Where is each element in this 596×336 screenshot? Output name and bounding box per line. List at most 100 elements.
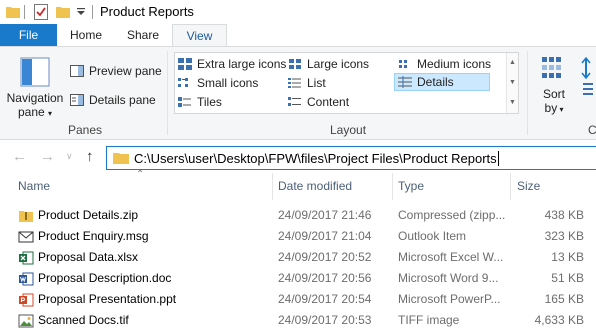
file-name: Proposal Description.doc	[38, 271, 172, 285]
file-name: Proposal Presentation.ppt	[38, 292, 177, 306]
file-row[interactable]: Product Enquiry.msg 24/09/2017 21:04 Out…	[0, 226, 596, 247]
file-name: Product Details.zip	[38, 208, 139, 222]
layout-label: Content	[307, 95, 350, 109]
file-name: Proposal Data.xlsx	[38, 250, 139, 264]
sort-by-icon	[542, 57, 561, 78]
window-title: Product Reports	[100, 4, 194, 19]
layout-label: Extra large icons	[197, 57, 287, 71]
file-row[interactable]: Proposal Data.xlsx 24/09/2017 20:52 Micr…	[0, 247, 596, 268]
forward-arrow-icon[interactable]: →	[40, 148, 55, 165]
address-path[interactable]: C:\Users\user\Desktop\FPW\files\Project …	[134, 151, 497, 166]
sort-ascending-icon: ⌃	[136, 169, 145, 180]
layout-small-icons[interactable]: Small icons	[178, 74, 258, 92]
column-header-name[interactable]: Name	[18, 173, 50, 200]
folder-icon	[6, 7, 20, 18]
sort-by-label-line1: Sort	[542, 87, 565, 101]
column-header-size[interactable]: Size	[517, 173, 540, 200]
file-date: 24/09/2017 21:46	[278, 208, 372, 222]
layout-tiles[interactable]: Tiles	[178, 93, 222, 111]
file-date: 24/09/2017 20:54	[278, 292, 372, 306]
extra-large-icons-icon	[178, 58, 192, 70]
navigation-bar: ← → ∨ ↑ C:\Users\user\Desktop\FPW\files\…	[0, 141, 596, 173]
tab-home[interactable]: Home	[58, 24, 114, 46]
file-size: 323 KB	[544, 229, 584, 243]
details-pane-icon	[70, 94, 84, 106]
file-date: 24/09/2017 20:53	[278, 313, 372, 327]
word-icon	[19, 272, 34, 286]
layout-label: Small icons	[197, 76, 259, 90]
layout-list[interactable]: List	[288, 74, 326, 92]
file-row[interactable]: Proposal Presentation.ppt 24/09/2017 20:…	[0, 289, 596, 310]
file-date: 24/09/2017 20:56	[278, 271, 372, 285]
navigation-pane-label-line2: pane ▾	[17, 105, 53, 119]
tiles-icon	[178, 97, 191, 107]
up-arrow-icon[interactable]: ↑	[86, 148, 94, 165]
file-name: Product Enquiry.msg	[38, 229, 149, 243]
tab-view[interactable]: View	[172, 24, 227, 47]
sort-by-label-line2: by ▾	[544, 101, 564, 115]
file-type: Outlook Item	[398, 229, 467, 243]
tab-share[interactable]: Share	[115, 24, 171, 46]
navigation-pane-button[interactable]: Navigation pane ▾	[6, 57, 64, 119]
powerpoint-icon	[19, 293, 34, 307]
new-folder-icon[interactable]	[56, 5, 70, 19]
back-arrow-icon[interactable]: ←	[12, 148, 27, 165]
navigation-pane-icon	[20, 57, 50, 87]
text-caret	[497, 150, 499, 166]
layout-label: Details	[417, 75, 454, 89]
gallery-expand-icon[interactable]: ▼	[507, 93, 518, 113]
navigation-pane-label-line1: Navigation	[6, 91, 64, 105]
file-date: 24/09/2017 20:52	[278, 250, 372, 264]
quick-access-separator	[24, 5, 25, 19]
group-by-icon[interactable]	[580, 57, 596, 97]
panes-group-label: Panes	[68, 123, 103, 137]
layout-label: Large icons	[307, 57, 370, 71]
details-pane-button[interactable]: Details pane	[70, 91, 156, 109]
ribbon-tabs: File Home Share View	[0, 24, 596, 47]
details-pane-label: Details pane	[89, 93, 156, 107]
file-row[interactable]: Scanned Docs.tif 24/09/2017 20:53 TIFF i…	[0, 310, 596, 331]
file-size: 13 KB	[551, 250, 584, 264]
column-divider[interactable]	[392, 173, 393, 200]
file-date: 24/09/2017 21:04	[278, 229, 372, 243]
layout-details[interactable]: Details	[394, 73, 490, 91]
layout-extra-large-icons[interactable]: Extra large icons	[178, 55, 286, 73]
file-size: 438 KB	[544, 208, 584, 222]
layout-group-label: Layout	[330, 123, 367, 137]
file-row[interactable]: Product Details.zip 24/09/2017 21:46 Com…	[0, 205, 596, 226]
column-header-type[interactable]: Type	[398, 173, 424, 200]
preview-pane-label: Preview pane	[89, 64, 162, 78]
group-separator	[527, 51, 528, 135]
envelope-icon	[18, 231, 34, 243]
customize-toolbar-chevron-down-icon[interactable]	[76, 7, 86, 17]
scroll-down-icon[interactable]: ▼	[507, 73, 518, 93]
recent-locations-chevron-down-icon[interactable]: ∨	[66, 151, 73, 162]
address-bar[interactable]: C:\Users\user\Desktop\FPW\files\Project …	[106, 146, 596, 170]
column-divider[interactable]	[510, 173, 511, 200]
sort-by-button[interactable]: Sort by ▾	[536, 55, 572, 115]
excel-icon	[19, 251, 34, 265]
layout-label: Tiles	[197, 95, 222, 109]
file-row[interactable]: Proposal Description.doc 24/09/2017 20:5…	[0, 268, 596, 289]
column-divider[interactable]	[272, 173, 273, 200]
file-type: Compressed (zipp...	[398, 208, 506, 222]
layout-large-icons[interactable]: Large icons	[288, 55, 369, 73]
folder-icon	[113, 153, 129, 164]
layout-gallery: Extra large icons Large icons Medium ico…	[174, 52, 519, 114]
column-header-date-modified[interactable]: Date modified	[278, 173, 352, 200]
file-size: 4,633 KB	[534, 313, 584, 327]
preview-pane-button[interactable]: Preview pane	[70, 62, 162, 80]
large-icons-icon	[289, 59, 301, 69]
details-icon	[398, 76, 412, 88]
tab-file[interactable]: File	[0, 24, 57, 46]
scroll-up-icon[interactable]: ▲	[507, 53, 518, 73]
layout-label: List	[307, 76, 326, 90]
properties-checkmark-icon[interactable]	[34, 4, 48, 20]
layout-label: Medium icons	[417, 57, 492, 71]
title-bar: Product Reports	[0, 0, 596, 24]
layout-medium-icons[interactable]: Medium icons	[398, 55, 491, 73]
layout-content[interactable]: Content	[288, 93, 349, 111]
layout-gallery-scrollbar[interactable]: ▲ ▼ ▼	[506, 53, 518, 113]
small-icons-icon	[178, 78, 188, 87]
file-size: 165 KB	[544, 292, 584, 306]
